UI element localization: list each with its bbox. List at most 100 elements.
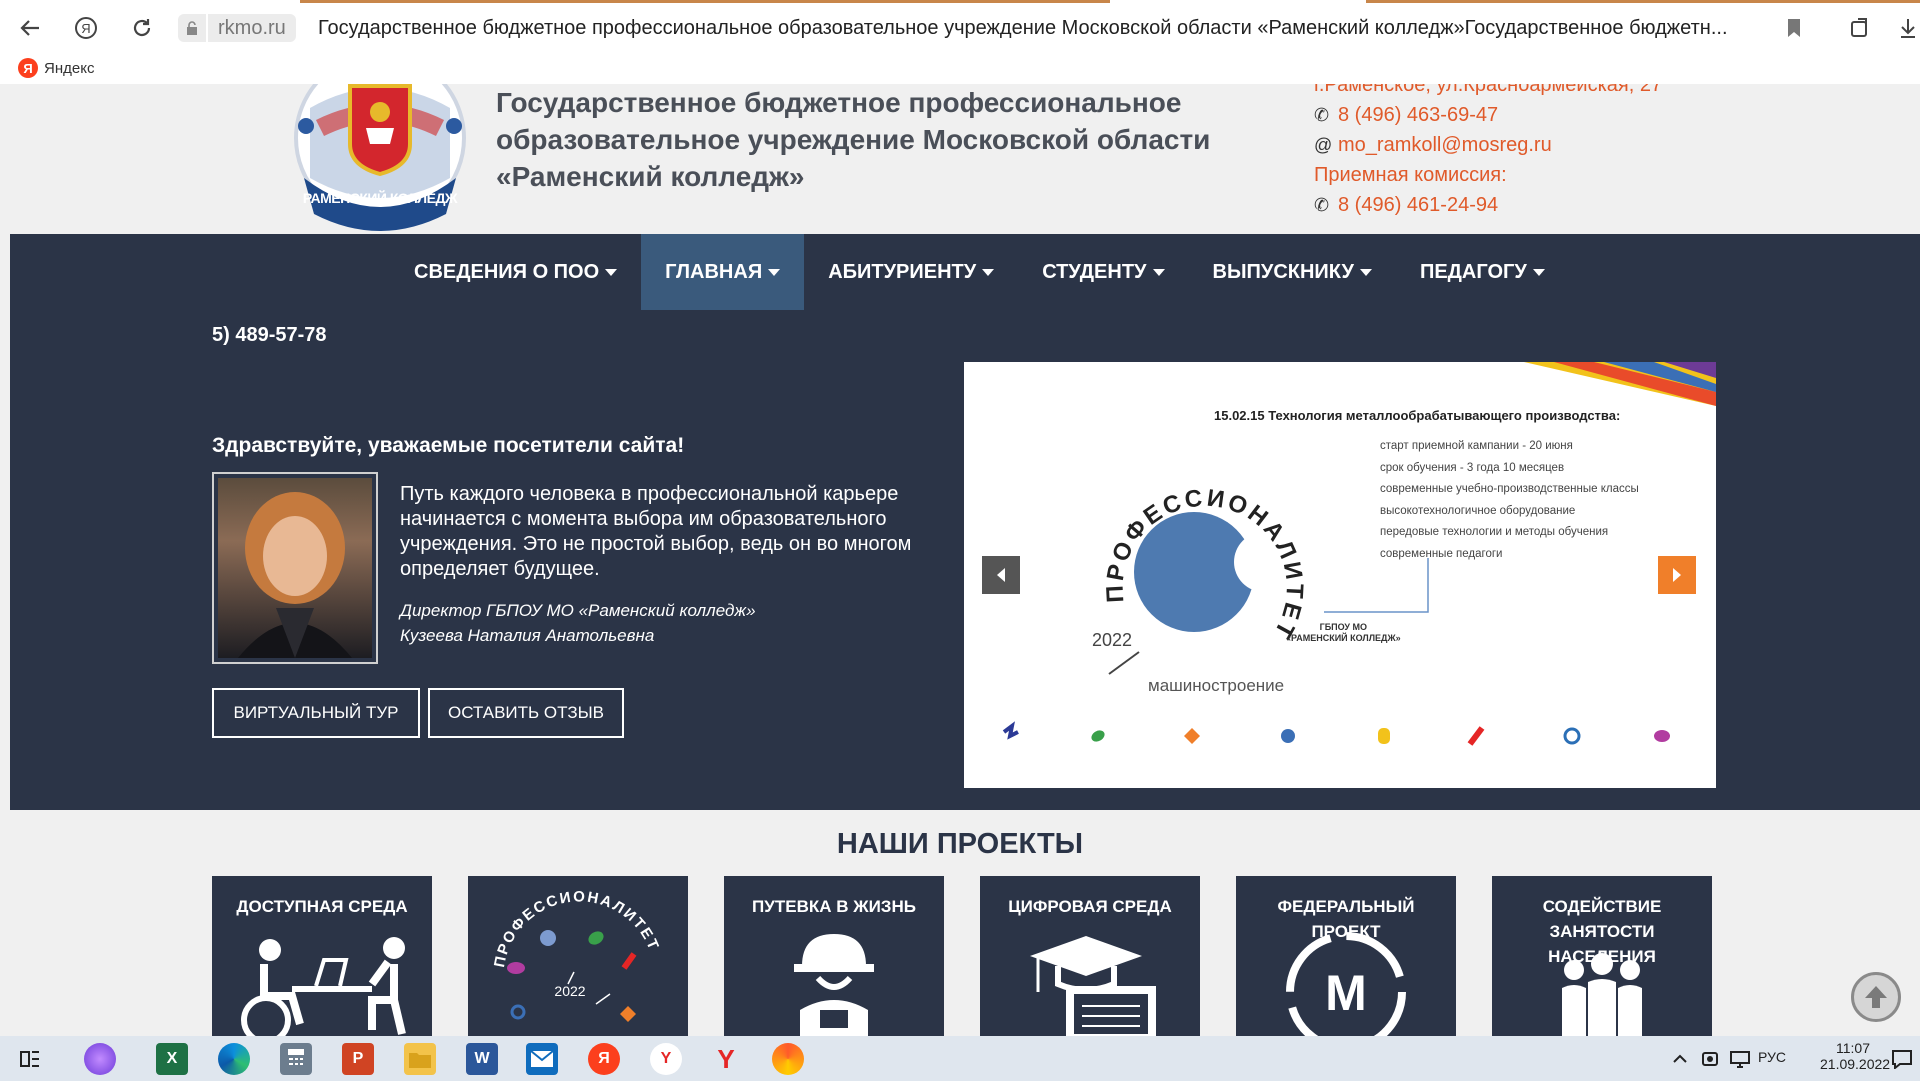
slide-heading: 15.02.15 Технология металлообрабатывающе… bbox=[1214, 408, 1621, 423]
tray-network-icon[interactable] bbox=[1724, 1043, 1756, 1075]
project-card-accessible-environment[interactable]: ДОСТУПНАЯ СРЕДА bbox=[212, 876, 432, 1036]
site-header: РАМЕНСКИЙ КОЛЛЕДЖ Государственное бюджет… bbox=[10, 84, 1920, 234]
news-slider[interactable]: ПРОФЕССИОНАЛИТЕТ 15.02.15 Технология мет… bbox=[964, 362, 1716, 788]
file-explorer-icon[interactable] bbox=[404, 1043, 436, 1075]
slide-list-item: современные педагоги bbox=[1380, 547, 1503, 560]
svg-text:Я: Я bbox=[81, 21, 90, 36]
hero-phone-fragment: 5) 489-57-78 bbox=[212, 324, 327, 346]
at-icon: @ bbox=[1314, 135, 1333, 155]
slide-list-item: современные учебно-производственные клас… bbox=[1380, 483, 1639, 495]
yandex-home-icon[interactable]: Я bbox=[72, 14, 100, 42]
leave-review-button[interactable]: ОСТАВИТЬ ОТЗЫВ bbox=[428, 688, 624, 738]
signature-line: Директор ГБПОУ МО «Раменский колледж» bbox=[400, 601, 756, 620]
email-row[interactable]: @ mo_ramkoll@mosreg.ru bbox=[1314, 130, 1662, 160]
pinned-app-icon[interactable] bbox=[772, 1043, 804, 1075]
alice-assistant-icon[interactable] bbox=[84, 1043, 116, 1075]
bookmark-icon[interactable] bbox=[1780, 14, 1808, 42]
yandex-logo-icon: Я bbox=[18, 58, 38, 78]
organization-title: Государственное бюджетное профессиональн… bbox=[496, 84, 1216, 195]
mail-icon[interactable] bbox=[526, 1043, 558, 1075]
admission-label: Приемная комиссия: bbox=[1314, 164, 1507, 186]
phone-link[interactable]: 8 (496) 463-69-47 bbox=[1338, 100, 1498, 130]
address-domain[interactable]: rkmo.ru bbox=[208, 14, 296, 42]
reload-icon[interactable] bbox=[128, 14, 156, 42]
director-photo bbox=[212, 472, 378, 664]
project-card-ticket-to-life[interactable]: ПУТЕВКА В ЖИЗНЬ bbox=[724, 876, 944, 1036]
nav-item-info[interactable]: СВЕДЕНИЯ О ПОО bbox=[390, 234, 641, 310]
slide-ring-text: ПРОФЕССИОНАЛИТЕТ bbox=[1101, 485, 1304, 646]
tray-language[interactable]: РУС bbox=[1758, 1049, 1786, 1065]
tray-clock[interactable]: 11:07 21.09.2022 bbox=[1820, 1040, 1891, 1072]
page-title-in-address-bar[interactable]: Государственное бюджетное профессиональн… bbox=[318, 14, 1738, 42]
project-card-federal-project[interactable]: ФЕДЕРАЛЬНЫЙ ПРОЕКТ M bbox=[1236, 876, 1456, 1036]
slide-org: ГБПОУ МО «РАМЕНСКИЙ КОЛЛЕДЖ» bbox=[1286, 622, 1401, 644]
tray-camera-icon[interactable] bbox=[1694, 1043, 1726, 1075]
phone-row[interactable]: ✆ 8 (496) 463-69-47 bbox=[1314, 100, 1662, 130]
slide-year: 2022 bbox=[1092, 630, 1133, 650]
professionalitet-ring-icon: ПРОФЕССИОНАЛИТЕТ 2022 bbox=[491, 888, 663, 1022]
back-arrow-icon[interactable] bbox=[16, 14, 44, 42]
wheelchair-desk-icon bbox=[241, 937, 406, 1036]
nav-item-applicants[interactable]: АБИТУРИЕНТУ bbox=[804, 234, 1018, 310]
extensions-icon[interactable] bbox=[1846, 14, 1874, 42]
caret-down-icon bbox=[982, 268, 995, 276]
nav-item-teachers[interactable]: ПЕДАГОГУ bbox=[1396, 234, 1569, 310]
excel-icon[interactable]: X bbox=[156, 1043, 188, 1075]
project-card-label: ПУТЕВКА В ЖИЗНЬ bbox=[752, 897, 916, 916]
nav-label: СТУДЕНТУ bbox=[1042, 260, 1147, 283]
arrow-left-icon bbox=[997, 568, 1005, 582]
worker-helmet-icon bbox=[794, 934, 874, 1036]
nav-label: ПЕДАГОГУ bbox=[1419, 260, 1527, 283]
lock-icon[interactable] bbox=[178, 14, 206, 42]
virtual-tour-button[interactable]: ВИРТУАЛЬНЫЙ ТУР bbox=[212, 688, 420, 738]
caret-down-icon bbox=[605, 268, 618, 276]
caret-down-icon bbox=[768, 268, 781, 276]
slider-prev-button[interactable] bbox=[982, 556, 1020, 594]
slide-graphic bbox=[1002, 362, 1716, 746]
notifications-icon[interactable] bbox=[1886, 1043, 1918, 1075]
word-icon[interactable]: W bbox=[466, 1043, 498, 1075]
tray-chevron-up-icon[interactable] bbox=[1664, 1043, 1696, 1075]
director-signature: Директор ГБПОУ МО «Раменский колледж» Ку… bbox=[400, 598, 756, 648]
caret-down-icon bbox=[1152, 268, 1165, 276]
main-navigation: СВЕДЕНИЯ О ПОО ГЛАВНАЯ АБИТУРИЕНТУ СТУДЕ… bbox=[10, 234, 1920, 310]
federal-m-icon: M bbox=[1286, 932, 1406, 1036]
calculator-icon[interactable] bbox=[280, 1043, 312, 1075]
nav-item-students[interactable]: СТУДЕНТУ bbox=[1018, 234, 1188, 310]
phone-icon: ✆ bbox=[1314, 195, 1330, 215]
bookmarks-bar: Я Яндекс bbox=[0, 56, 1920, 84]
tab-strip-accent bbox=[300, 0, 1110, 3]
org-title-line: «Раменский колледж» bbox=[496, 161, 805, 192]
powerpoint-icon[interactable]: P bbox=[342, 1043, 374, 1075]
project-card-professionalitet[interactable]: ПРОФЕССИОНАЛИТЕТ 2022 bbox=[468, 876, 688, 1036]
download-icon[interactable] bbox=[1896, 14, 1920, 42]
edge-browser-icon[interactable] bbox=[218, 1043, 250, 1075]
admission-phone-link[interactable]: 8 (496) 461-24-94 bbox=[1338, 190, 1498, 220]
project-card-employment-assistance[interactable]: СОДЕЙСТВИЕ ЗАНЯТОСТИ НАСЕЛЕНИЯ bbox=[1492, 876, 1712, 1036]
arrow-right-icon bbox=[1673, 568, 1681, 582]
svg-text:ПРОФЕССИОНАЛИТЕТ: ПРОФЕССИОНАЛИТЕТ bbox=[491, 888, 663, 969]
arrow-up-icon bbox=[1865, 986, 1887, 1008]
slide-org-line: ГБПОУ МО bbox=[1319, 622, 1368, 632]
bookmark-label: Яндекс bbox=[44, 59, 95, 77]
nav-label: ВЫПУСКНИКУ bbox=[1212, 260, 1354, 283]
task-view-icon[interactable] bbox=[14, 1043, 46, 1075]
slide-list-item: срок обучения - 3 года 10 месяцев bbox=[1380, 461, 1565, 474]
director-quote: Путь каждого человека в профессиональной… bbox=[400, 483, 912, 580]
caret-down-icon bbox=[1359, 268, 1372, 276]
yandex-browser-icon[interactable]: Я bbox=[588, 1043, 620, 1075]
scroll-to-top-button[interactable] bbox=[1851, 972, 1901, 1022]
nav-item-graduates[interactable]: ВЫПУСКНИКУ bbox=[1189, 234, 1396, 310]
email-link[interactable]: mo_ramkoll@mosreg.ru bbox=[1338, 130, 1552, 160]
yandex-app-icon[interactable]: Y bbox=[650, 1043, 682, 1075]
college-logo[interactable]: РАМЕНСКИЙ КОЛЛЕДЖ bbox=[280, 84, 480, 234]
bookmark-yandex[interactable]: Я Яндекс bbox=[18, 58, 94, 78]
yandex-y-icon[interactable]: Y bbox=[710, 1043, 742, 1075]
tray-date: 21.09.2022 bbox=[1820, 1056, 1891, 1072]
browser-toolbar: Я rkmo.ru Государственное бюджетное проф… bbox=[0, 0, 1920, 60]
nav-item-home[interactable]: ГЛАВНАЯ bbox=[641, 234, 805, 310]
slider-next-button[interactable] bbox=[1658, 556, 1696, 594]
slide-list: старт приемной кампании - 20 июня срок о… bbox=[1380, 436, 1639, 565]
admission-phone-row[interactable]: ✆ 8 (496) 461-24-94 bbox=[1314, 190, 1662, 220]
project-card-digital-environment[interactable]: ЦИФРОВАЯ СРЕДА bbox=[980, 876, 1200, 1036]
